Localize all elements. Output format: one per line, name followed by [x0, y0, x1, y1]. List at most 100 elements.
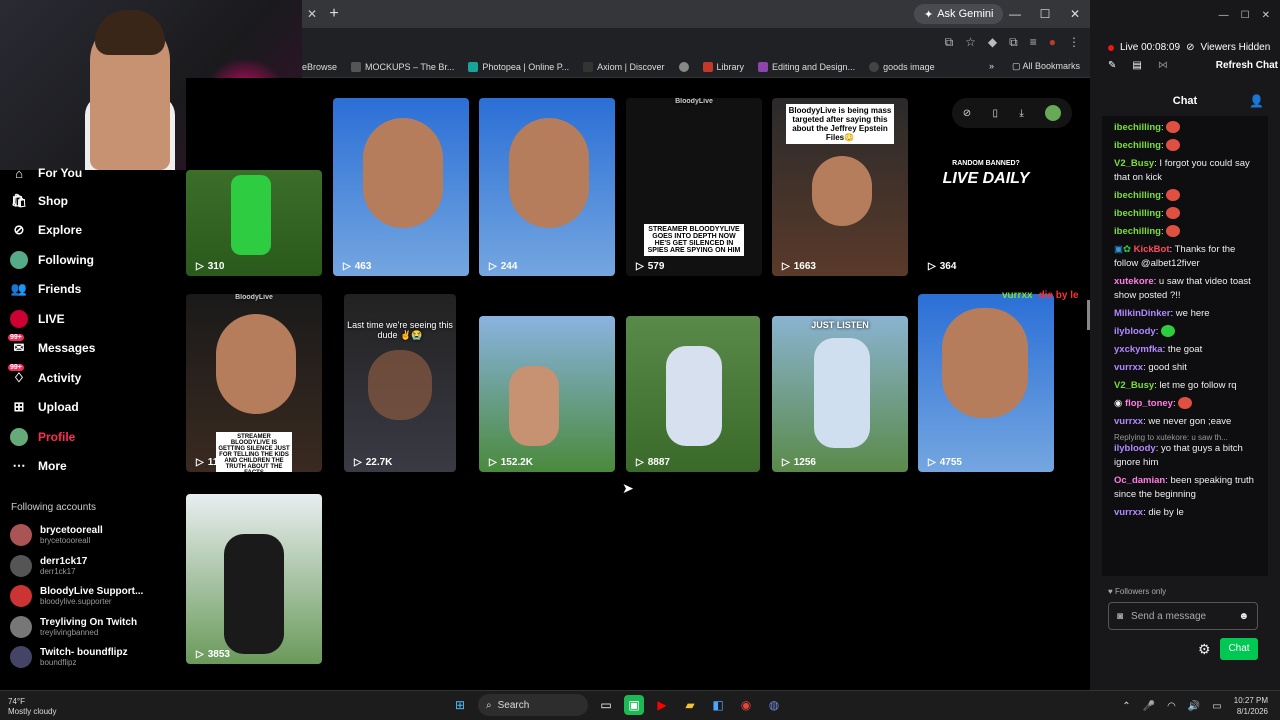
video-thumbnail[interactable]: BloodyLive STREAMER BLOODYYLIVE GOES INT…	[626, 98, 762, 276]
taskbar-search[interactable]: ⌕ Search	[478, 694, 588, 716]
bookmark-5[interactable]: Library	[702, 61, 744, 72]
chat-message: ◉ flop_toney:	[1114, 397, 1258, 411]
profile-avatar-icon[interactable]: ●	[1049, 35, 1056, 49]
app-icon-green[interactable]: ▣	[624, 695, 644, 715]
weather-widget[interactable]: 74°F Mostly cloudy	[8, 697, 56, 717]
sidebar-item-profile[interactable]: Profile	[10, 428, 75, 446]
maximize-icon[interactable]: ☐	[1030, 0, 1060, 28]
share-icon[interactable]: ⋈	[1158, 60, 1168, 71]
face-figure	[216, 314, 296, 414]
refresh-chat-button[interactable]: Refresh Chat	[1216, 60, 1278, 71]
video-thumbnail[interactable]: ▷ 244	[479, 98, 615, 276]
bookmark-7[interactable]: goods image	[869, 61, 935, 72]
bookmark-2[interactable]: Photopea | Online P...	[468, 61, 569, 72]
youtube-icon[interactable]: ▶	[652, 695, 672, 715]
view-count: ▷ 3853	[196, 649, 230, 660]
video-thumbnail[interactable]: ▷ 463	[333, 98, 469, 276]
video-thumbnail[interactable]: ▷ 310	[186, 170, 322, 276]
taskbar-apps: ⊞ ⌕ Search ▭ ▣ ▶ ▰ ◧ ◉ ◍	[450, 694, 784, 716]
sidebar-item-following[interactable]: Following	[10, 251, 94, 269]
avatar	[10, 616, 32, 638]
chat-message: ilybloody:	[1114, 325, 1258, 339]
bookmark-star-icon[interactable]: ☆	[965, 35, 976, 49]
send-chat-button[interactable]: Chat	[1220, 638, 1258, 660]
volume-icon[interactable]: 🔊	[1188, 701, 1200, 712]
live-status: Live 00:08:09 ⊘ Viewers Hidden	[1108, 42, 1270, 53]
sidebar-item-more[interactable]: ⋯ More	[10, 457, 67, 475]
chrome-icon[interactable]: ◉	[736, 695, 756, 715]
chevron-up-icon[interactable]: ⌃	[1122, 701, 1130, 712]
task-view-icon[interactable]: ▭	[596, 695, 616, 715]
sidebar-item-live[interactable]: LIVE	[10, 310, 65, 328]
sidebar-item-explore[interactable]: ⊘ Explore	[10, 221, 82, 239]
video-thumbnail[interactable]: JUST LISTEN ▷ 1256	[772, 316, 908, 472]
sidebar-item-shop[interactable]: 🛍 Shop	[10, 192, 68, 210]
edit-icon[interactable]: ✎	[1108, 60, 1116, 71]
discord-icon[interactable]: ◍	[764, 695, 784, 715]
settings-gear-icon[interactable]: ⚙	[1198, 641, 1211, 658]
video-thumbnail[interactable]: BloodyLive STREAMER BLOODYLIVE IS GETTIN…	[186, 294, 322, 472]
bookmark-3[interactable]: Axiom | Discover	[583, 61, 665, 72]
video-thumbnail[interactable]: ▷ 4755	[918, 294, 1054, 472]
video-thumbnail[interactable]: ▷ 152.2K	[479, 316, 615, 472]
emoji-icon[interactable]: ☻	[1238, 611, 1249, 622]
tool-icon-1[interactable]: ⊘	[963, 108, 971, 119]
file-explorer-icon[interactable]: ▰	[680, 695, 700, 715]
windows-start-icon[interactable]: ⊞	[450, 695, 470, 715]
clipboard-icon[interactable]: ▤	[1132, 60, 1141, 71]
sidebar-item-messages[interactable]: ✉ 99+ Messages	[8, 334, 95, 357]
sidebar-item-friends[interactable]: 👥 Friends	[10, 280, 81, 298]
microphone-icon[interactable]: 🎤	[1143, 701, 1155, 712]
friends-icon: 👥	[10, 281, 28, 296]
bookmark-favicon	[351, 61, 362, 72]
send-message-input[interactable]: ◙ Send a message ☻	[1108, 602, 1258, 630]
clock[interactable]: 10:27 PM 8/1/2026	[1234, 695, 1268, 717]
more-bookmarks-icon[interactable]: »	[989, 61, 994, 71]
menu-icon[interactable]: ⋮	[1068, 35, 1080, 49]
view-count: ▷ 22.7K	[354, 457, 393, 468]
close-window-icon[interactable]: ✕	[1060, 0, 1090, 28]
overlay-user: vurrxx	[1002, 290, 1033, 301]
bookmark-0[interactable]: eBrowse	[302, 62, 337, 72]
maximize-icon[interactable]: ☐	[1241, 10, 1250, 21]
new-tab-icon[interactable]: +	[322, 5, 346, 23]
following-account[interactable]: derr1ck17 derr1ck17	[10, 555, 87, 577]
chat-message: yxckymfka: the goat	[1114, 344, 1203, 355]
battery-icon[interactable]: ▭	[1212, 701, 1221, 712]
extension-icon[interactable]: ◆	[988, 35, 997, 49]
video-thumbnail[interactable]: Last time we're seeing this dude ✌️😭 ▷ 22…	[344, 294, 456, 472]
chat-message: xutekore: u saw that video toast show po…	[1114, 276, 1251, 301]
video-thumbnail[interactable]: BloodyyLive is being mass targeted after…	[772, 98, 908, 276]
following-account[interactable]: Twitch- boundflipz boundflipz	[10, 646, 128, 668]
video-thumbnail[interactable]: ▷ 3853	[186, 494, 322, 664]
following-account[interactable]: brycetooreall brycetoooreall	[10, 524, 103, 546]
sidebar-item-for-you[interactable]: ⌂ For You	[10, 164, 82, 182]
video-thumbnail[interactable]: ▷ 8887	[626, 316, 760, 472]
minimize-icon[interactable]: —	[1219, 10, 1229, 21]
bookmark-4[interactable]	[678, 61, 689, 72]
bookmark-6[interactable]: Editing and Design...	[758, 61, 855, 72]
close-window-icon[interactable]: ✕	[1262, 10, 1270, 21]
download-icon[interactable]: ⤓	[1019, 108, 1023, 119]
puzzle-icon[interactable]: ⧉	[1009, 35, 1018, 50]
media-icon[interactable]: ≡	[1030, 35, 1037, 49]
store-icon[interactable]: ◧	[708, 695, 728, 715]
chat-message: V2_Busy: let me go follow rq	[1114, 380, 1237, 391]
sidebar-item-activity[interactable]: ♢ 99+ Activity	[8, 364, 81, 387]
play-icon: ▷	[489, 457, 497, 468]
close-tab-icon[interactable]: ✕	[302, 7, 322, 21]
user-list-icon[interactable]: 👤	[1249, 94, 1264, 108]
install-icon[interactable]: ⧉	[945, 35, 954, 50]
minimize-icon[interactable]: —	[1000, 0, 1030, 28]
bookmark-1[interactable]: MOCKUPS – The Br...	[351, 61, 454, 72]
ask-gemini-button[interactable]: ✦ Ask Gemini	[914, 4, 1004, 24]
overlay-text: die by le	[1038, 290, 1079, 301]
sidebar-item-upload[interactable]: ⊞ Upload	[10, 398, 79, 416]
tool-icon-2[interactable]: ▯	[993, 108, 999, 119]
following-account[interactable]: Treyliving On Twitch treylivingbanned	[10, 616, 137, 638]
all-bookmarks[interactable]: ▢ All Bookmarks	[1012, 61, 1080, 72]
wifi-icon[interactable]: ◠	[1167, 701, 1176, 712]
avatar-icon[interactable]	[1045, 105, 1062, 121]
bookmark-favicon	[583, 61, 594, 72]
following-account[interactable]: BloodyLive Support... bloodylive.supporte…	[10, 585, 143, 607]
